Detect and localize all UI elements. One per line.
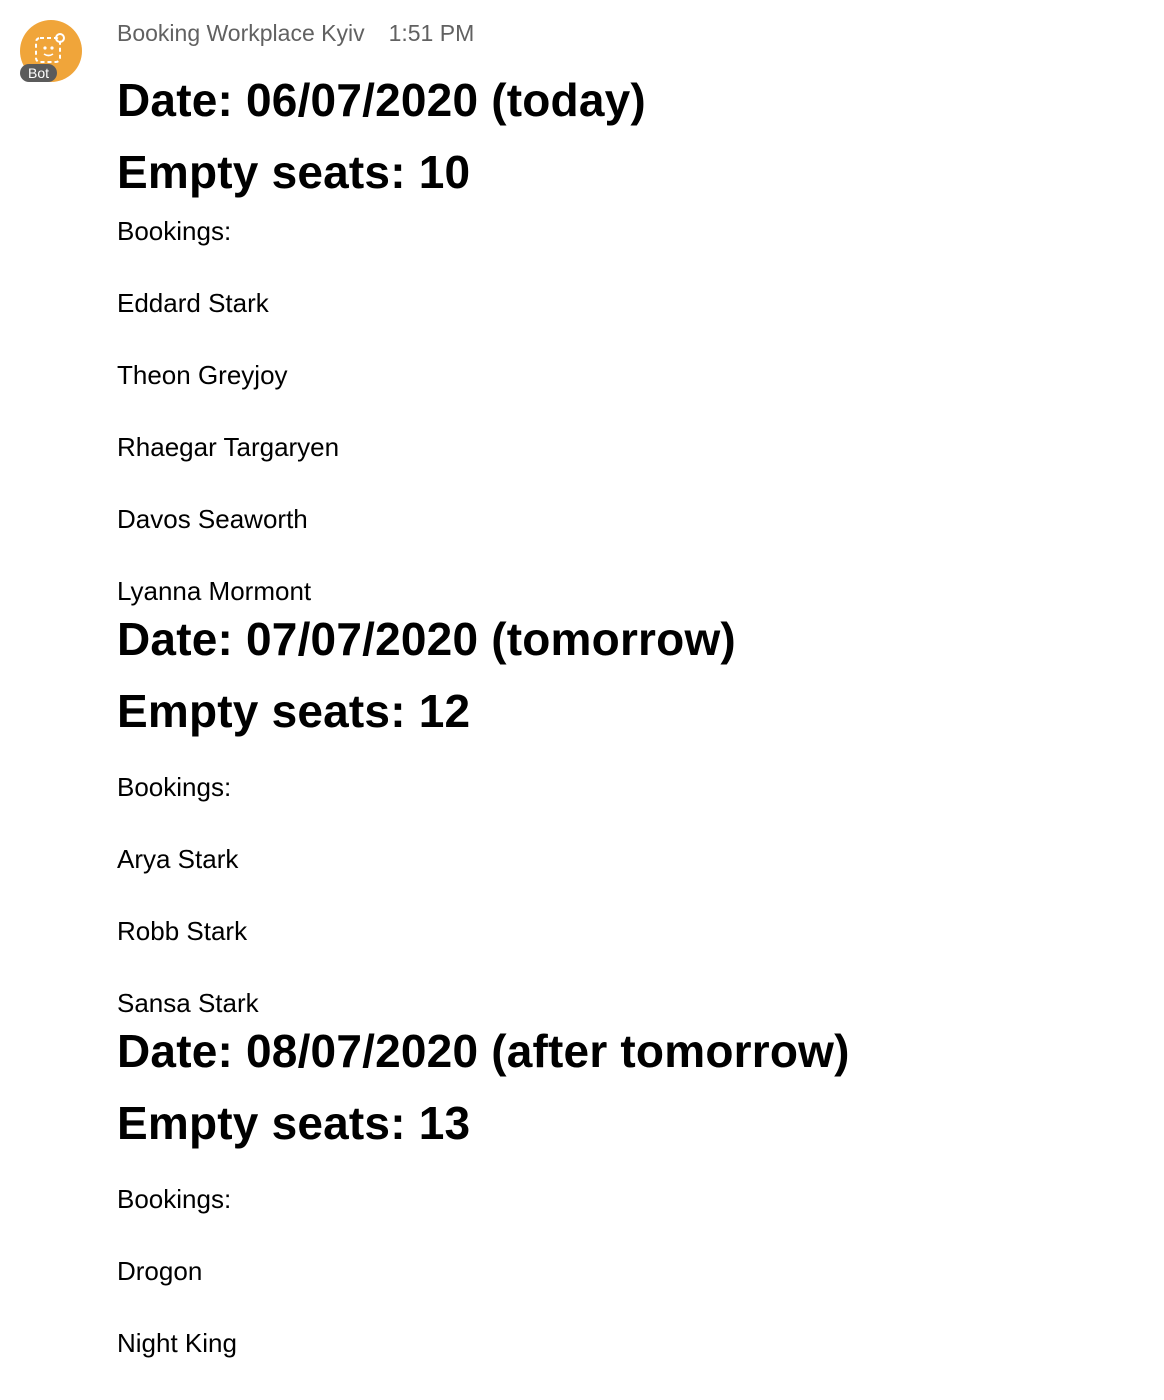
booking-item: Theon Greyjoy [117,360,288,390]
day-block-tomorrow: Date: 07/07/2020 (tomorrow) Empty seats:… [117,611,1137,1039]
sender-name[interactable]: Booking Workplace Kyiv [117,20,365,46]
booking-item: Rhaegar Targaryen [117,432,340,462]
bookings-label: Bookings: [117,216,232,246]
bot-message: Booking Workplace Kyiv 1:51 PM Date: 06/0… [117,18,1137,1379]
bot-avatar[interactable]: Bot [20,20,84,84]
day-block-after-tomorrow: Date: 08/07/2020 (after tomorrow) Empty … [117,1023,1137,1379]
day-block-today: Date: 06/07/2020 (today) Empty seats: 10… [117,72,1137,627]
booking-item: Arya Stark [117,844,239,874]
bot-badge: Bot [20,64,58,82]
date-heading: Date: 07/07/2020 (tomorrow) [117,613,736,665]
booking-item: Eddard Stark [117,288,269,318]
message-timestamp: 1:51 PM [388,20,475,46]
booking-item: Davos Seaworth [117,504,308,534]
empty-seats-heading: Empty seats: 12 [117,685,471,737]
bot-icon [35,33,65,63]
empty-seats-heading: Empty seats: 13 [117,1097,471,1149]
bookings-label: Bookings: [117,772,232,802]
booking-item: Drogon [117,1256,203,1286]
date-heading: Date: 08/07/2020 (after tomorrow) [117,1025,850,1077]
empty-seats-heading: Empty seats: 10 [117,146,471,198]
date-heading: Date: 06/07/2020 (today) [117,74,646,126]
booking-item: Robb Stark [117,916,248,946]
message-header: Booking Workplace Kyiv 1:51 PM [117,18,1137,48]
booking-item: Night King [117,1328,237,1358]
bookings-label: Bookings: [117,1184,232,1214]
